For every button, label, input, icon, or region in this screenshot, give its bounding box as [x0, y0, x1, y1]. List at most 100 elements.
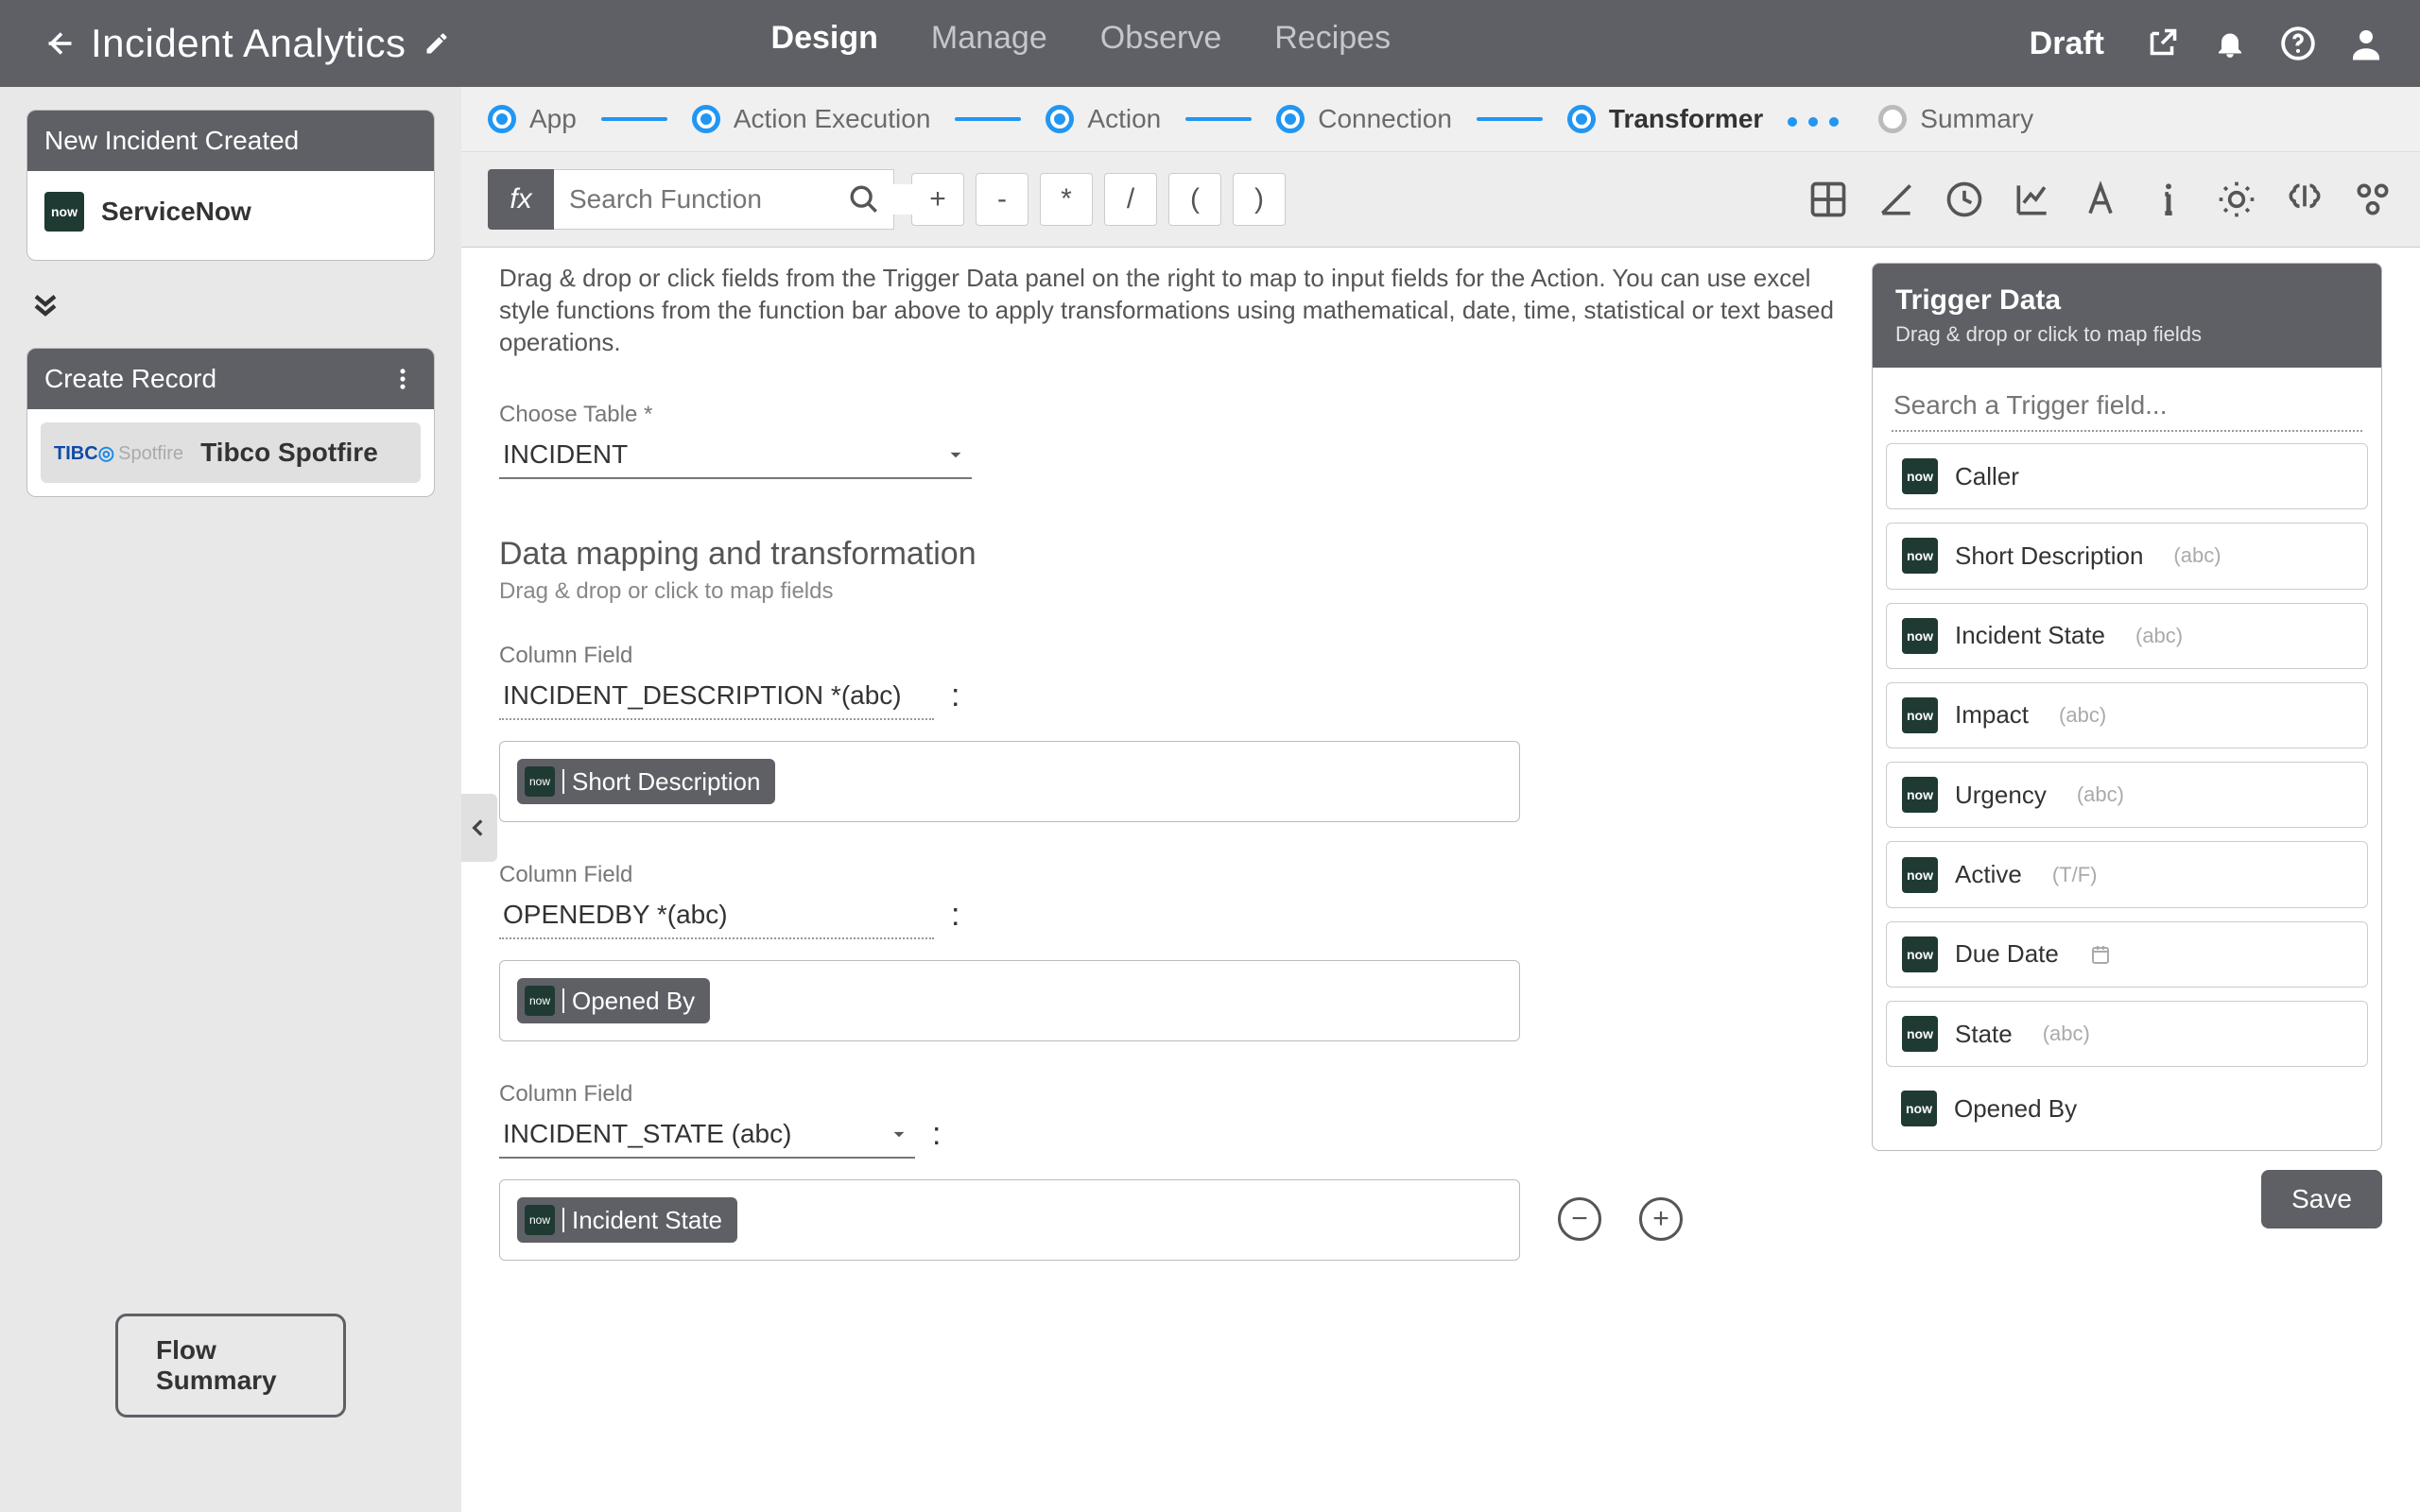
- user-avatar-icon[interactable]: [2346, 24, 2386, 63]
- mapping-target-2[interactable]: nowIncident State: [499, 1179, 1520, 1261]
- step-conn[interactable]: Connection: [1318, 104, 1452, 134]
- trigger-field-item[interactable]: now State (abc): [1886, 1001, 2368, 1067]
- step-trans[interactable]: Transformer: [1609, 104, 1763, 134]
- op-rparen[interactable]: ): [1233, 173, 1286, 226]
- fx-brain-icon[interactable]: [2284, 179, 2325, 220]
- servicenow-logo-icon: now: [1901, 1091, 1937, 1126]
- servicenow-logo-icon: now: [1902, 777, 1938, 813]
- choose-table-label: Choose Table *: [499, 402, 1834, 428]
- choose-table-select[interactable]: INCIDENT: [499, 434, 972, 479]
- trigger-panel-sub: Drag & drop or click to map fields: [1895, 322, 2359, 347]
- mapping-section-title: Data mapping and transformation: [499, 536, 1834, 573]
- content-panel: App Action Execution Action Connection T…: [461, 87, 2420, 1512]
- fx-info-icon[interactable]: [2148, 179, 2189, 220]
- step-exec[interactable]: Action Execution: [734, 104, 931, 134]
- op-mult[interactable]: *: [1040, 173, 1093, 226]
- fx-angle-icon[interactable]: [1876, 179, 1917, 220]
- trigger-field-type: (abc): [2173, 543, 2221, 568]
- step-conn-dot[interactable]: [1276, 105, 1305, 133]
- step-summary[interactable]: Summary: [1920, 104, 2033, 134]
- action-app-row[interactable]: TIBC◎Spotfire Tibco Spotfire: [41, 422, 421, 483]
- edit-title-icon[interactable]: [424, 30, 450, 57]
- trigger-field-type: (abc): [2043, 1022, 2090, 1046]
- column-field-select-2[interactable]: INCIDENT_STATE (abc): [499, 1113, 915, 1159]
- add-mapping-button[interactable]: +: [1639, 1197, 1683, 1241]
- step-action[interactable]: Action: [1087, 104, 1161, 134]
- tab-design[interactable]: Design: [771, 20, 878, 68]
- flow-summary-button[interactable]: Flow Summary: [115, 1314, 346, 1418]
- op-lparen[interactable]: (: [1168, 173, 1221, 226]
- trigger-field-type: (abc): [2135, 624, 2183, 648]
- mapped-chip-1[interactable]: nowOpened By: [517, 978, 710, 1023]
- column-field-select-1[interactable]: OPENEDBY *(abc): [499, 894, 934, 939]
- step-exec-dot[interactable]: [692, 105, 720, 133]
- fx-idea-icon[interactable]: [2216, 179, 2257, 220]
- trigger-field-name: Impact: [1955, 700, 2029, 730]
- step-app[interactable]: App: [529, 104, 577, 134]
- choose-table-value: INCIDENT: [503, 439, 628, 470]
- main-area: New Incident Created now ServiceNow Crea…: [0, 87, 2420, 1512]
- remove-mapping-button[interactable]: −: [1558, 1197, 1601, 1241]
- tab-observe[interactable]: Observe: [1100, 20, 1222, 68]
- help-icon[interactable]: [2278, 24, 2318, 63]
- trigger-field-name: State: [1955, 1020, 2013, 1049]
- step-summary-dot[interactable]: [1878, 105, 1907, 133]
- trigger-field-item[interactable]: now Opened By: [1886, 1080, 2368, 1137]
- tab-manage[interactable]: Manage: [931, 20, 1047, 68]
- fx-gear-icon[interactable]: [2352, 179, 2394, 220]
- servicenow-logo-icon: now: [1902, 697, 1938, 733]
- tibco-logo-icon: TIBC◎Spotfire: [54, 441, 183, 465]
- trigger-panel-title: Trigger Data: [1895, 284, 2359, 317]
- action-card-title: Create Record: [44, 364, 216, 394]
- trigger-field-item[interactable]: nowActive(T/F): [1886, 841, 2368, 907]
- step-trans-dot[interactable]: [1567, 105, 1596, 133]
- action-card-more-icon[interactable]: [389, 365, 417, 393]
- mapping-target-1[interactable]: nowOpened By: [499, 960, 1520, 1041]
- column-field-label: Column Field: [499, 1081, 1834, 1108]
- bell-icon[interactable]: [2210, 24, 2250, 63]
- step-action-dot[interactable]: [1046, 105, 1074, 133]
- tab-recipes[interactable]: Recipes: [1274, 20, 1391, 68]
- servicenow-logo-icon: now: [1902, 936, 1938, 972]
- top-bar: Incident Analytics Design Manage Observe…: [0, 0, 2420, 87]
- op-div[interactable]: /: [1104, 173, 1157, 226]
- trigger-field-name: Opened By: [1954, 1094, 2077, 1124]
- trigger-field-item[interactable]: nowImpact(abc): [1886, 682, 2368, 748]
- nav-tabs: Design Manage Observe Recipes: [771, 20, 1392, 68]
- function-bar: fx + - * / ( ): [461, 152, 2420, 248]
- trigger-field-item[interactable]: nowShort Description(abc): [1886, 523, 2368, 589]
- mapping-hint-text: Drag & drop or click fields from the Tri…: [499, 263, 1834, 358]
- fx-chart-icon[interactable]: [2012, 179, 2053, 220]
- mapping-target-0[interactable]: nowShort Description: [499, 741, 1520, 822]
- trigger-field-list: nowCaller nowShort Description(abc) nowInc…: [1873, 443, 2381, 1150]
- op-minus[interactable]: -: [976, 173, 1028, 226]
- trigger-field-item[interactable]: nowCaller: [1886, 443, 2368, 509]
- fx-clock-icon[interactable]: [1944, 179, 1985, 220]
- mapped-chip-2[interactable]: nowIncident State: [517, 1197, 737, 1243]
- servicenow-logo-icon: now: [1902, 1016, 1938, 1052]
- search-icon[interactable]: [848, 183, 880, 215]
- column-field-select-0[interactable]: INCIDENT_DESCRIPTION *(abc): [499, 675, 934, 720]
- fx-text-icon[interactable]: [2080, 179, 2121, 220]
- back-arrow-icon[interactable]: [38, 23, 79, 64]
- servicenow-logo-icon: now: [1902, 857, 1938, 893]
- fx-icon: fx: [488, 169, 554, 230]
- open-external-icon[interactable]: [2142, 24, 2182, 63]
- trigger-card-title: New Incident Created: [44, 126, 299, 156]
- mapped-chip-0[interactable]: nowShort Description: [517, 759, 775, 804]
- function-search[interactable]: [554, 169, 894, 230]
- fx-math-icon[interactable]: [1807, 179, 1849, 220]
- save-button[interactable]: Save: [2261, 1170, 2382, 1228]
- action-card[interactable]: Create Record TIBC◎Spotfire Tibco Spotfi…: [26, 348, 435, 497]
- trigger-field-item[interactable]: nowUrgency(abc): [1886, 762, 2368, 828]
- trigger-field-name: Active: [1955, 860, 2022, 889]
- trigger-field-item[interactable]: nowIncident State(abc): [1886, 603, 2368, 669]
- trigger-card[interactable]: New Incident Created now ServiceNow: [26, 110, 435, 261]
- trigger-data-panel: Trigger Data Drag & drop or click to map…: [1872, 263, 2382, 1151]
- trigger-field-item[interactable]: nowDue Date: [1886, 921, 2368, 988]
- flow-state: Draft: [2030, 26, 2104, 62]
- trigger-app-name: ServiceNow: [101, 197, 251, 227]
- step-app-dot[interactable]: [488, 105, 516, 133]
- trigger-search-input[interactable]: [1892, 385, 2362, 432]
- servicenow-logo-icon: now: [44, 192, 84, 232]
